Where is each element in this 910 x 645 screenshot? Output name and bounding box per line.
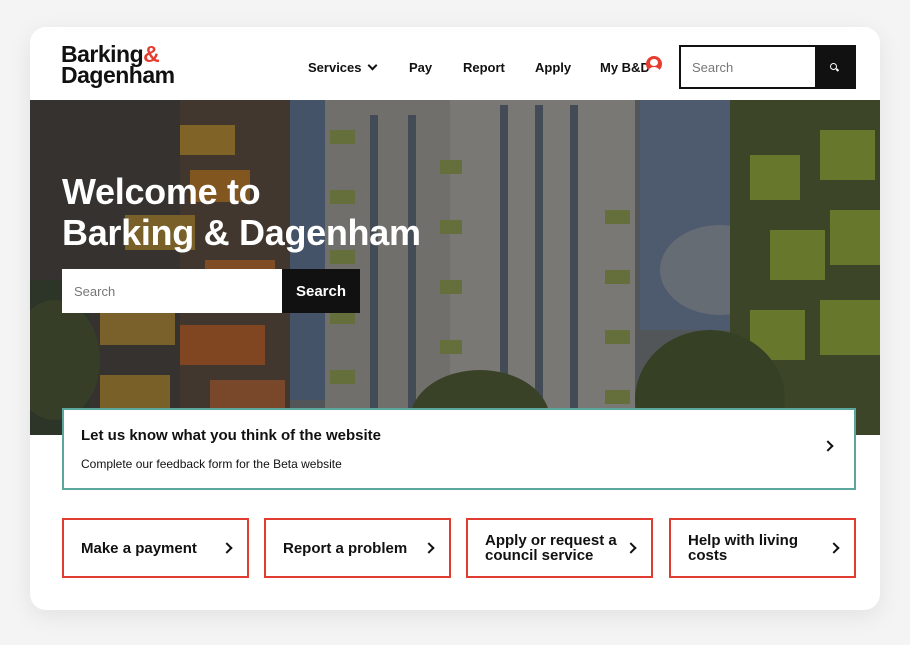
hero-background-image bbox=[30, 100, 880, 435]
hero-title: Welcome to Barking & Dagenham bbox=[62, 171, 421, 253]
hero-search-input[interactable] bbox=[62, 269, 282, 313]
nav-services-label: Services bbox=[308, 60, 362, 75]
quick-link-apply-request[interactable]: Apply or request a council service bbox=[466, 518, 653, 578]
chevron-right-icon bbox=[822, 440, 834, 452]
quick-link-make-payment[interactable]: Make a payment bbox=[62, 518, 249, 578]
header-search bbox=[679, 45, 856, 89]
hero-search: Search bbox=[62, 269, 360, 313]
page-card: Barking& Dagenham Services Pay Report Ap… bbox=[30, 27, 880, 610]
feedback-banner[interactable]: Let us know what you think of the websit… bbox=[62, 408, 856, 490]
chevron-down-icon bbox=[367, 60, 377, 71]
nav-report[interactable]: Report bbox=[463, 60, 505, 75]
chevron-right-icon bbox=[625, 542, 637, 554]
nav-pay[interactable]: Pay bbox=[409, 60, 432, 75]
chevron-right-icon bbox=[221, 542, 233, 554]
quick-link-report-problem[interactable]: Report a problem bbox=[264, 518, 451, 578]
nav-services[interactable]: Services bbox=[308, 60, 377, 75]
hero-banner: Welcome to Barking & Dagenham Search bbox=[30, 100, 880, 435]
site-logo[interactable]: Barking& Dagenham bbox=[61, 43, 175, 87]
header-search-input[interactable] bbox=[681, 47, 815, 87]
user-icon[interactable] bbox=[646, 56, 662, 72]
search-icon bbox=[830, 62, 839, 72]
nav-my-account[interactable]: My B&D bbox=[600, 60, 650, 75]
nav-apply[interactable]: Apply bbox=[535, 60, 571, 75]
hero-search-button[interactable]: Search bbox=[282, 269, 360, 313]
feedback-subtitle: Complete our feedback form for the Beta … bbox=[81, 457, 342, 471]
feedback-title: Let us know what you think of the websit… bbox=[81, 427, 382, 444]
header-search-button[interactable] bbox=[815, 47, 854, 87]
chevron-right-icon bbox=[828, 542, 840, 554]
chevron-right-icon bbox=[423, 542, 435, 554]
quick-link-living-costs[interactable]: Help with living costs bbox=[669, 518, 856, 578]
site-header: Barking& Dagenham Services Pay Report Ap… bbox=[30, 27, 880, 100]
